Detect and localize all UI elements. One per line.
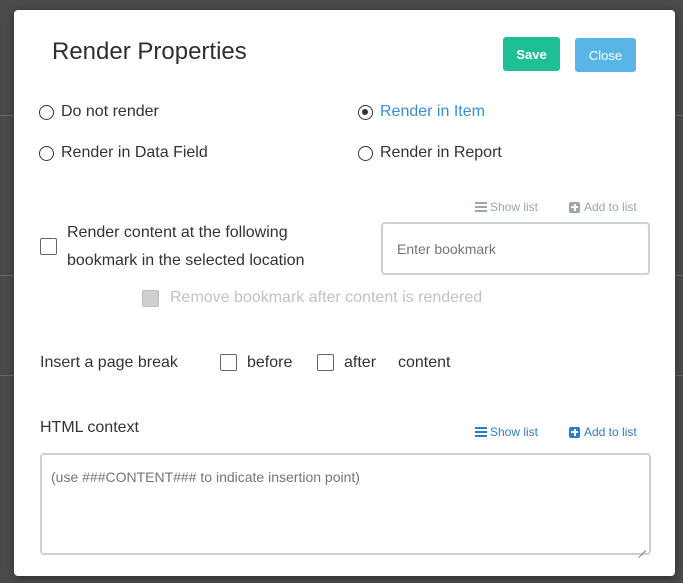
- radio-circle[interactable]: [39, 104, 54, 120]
- plus-square-icon: [569, 201, 580, 213]
- show-list-label: Show list: [490, 200, 539, 214]
- bookmark-input[interactable]: [381, 222, 650, 275]
- show-list-label: Show list: [490, 425, 539, 439]
- bookmark-add-to-list-link[interactable]: Add to list: [569, 200, 637, 214]
- resize-grip-icon[interactable]: [636, 540, 646, 559]
- page-break-after-label: after: [344, 354, 377, 371]
- html-context-textarea[interactable]: [40, 453, 651, 555]
- page-break-before-label: before: [247, 354, 293, 371]
- html-show-list-link[interactable]: Show list: [475, 425, 538, 439]
- page-break-content-label: content: [398, 354, 451, 371]
- add-to-list-label: Add to list: [584, 425, 637, 439]
- radio-render-in-item[interactable]: Render in Item: [358, 103, 485, 121]
- list-icon: [475, 202, 487, 212]
- remove-bookmark-checkbox[interactable]: [142, 290, 159, 307]
- dialog-title: Render Properties: [52, 38, 247, 65]
- radio-label: Do not render: [61, 103, 159, 120]
- page-break-after-checkbox[interactable]: [317, 354, 334, 371]
- radio-label: Render in Item: [380, 103, 485, 120]
- plus-square-icon: [569, 426, 580, 438]
- close-button[interactable]: Close: [575, 38, 636, 72]
- radio-circle[interactable]: [358, 145, 373, 161]
- radio-circle[interactable]: [39, 145, 54, 161]
- radio-label: Render in Report: [380, 144, 502, 161]
- radio-render-in-report[interactable]: Render in Report: [358, 144, 502, 162]
- bookmark-show-list-link[interactable]: Show list: [475, 200, 538, 214]
- html-add-to-list-link[interactable]: Add to list: [569, 425, 637, 439]
- save-button[interactable]: Save: [503, 37, 560, 71]
- render-at-bookmark-label-line2: bookmark in the selected location: [67, 252, 305, 269]
- radio-do-not-render[interactable]: Do not render: [39, 103, 159, 121]
- radio-label: Render in Data Field: [61, 144, 208, 161]
- remove-bookmark-label: Remove bookmark after content is rendere…: [170, 289, 483, 306]
- list-icon: [475, 427, 487, 437]
- render-at-bookmark-label-line1: Render content at the following: [67, 224, 288, 241]
- add-to-list-label: Add to list: [584, 200, 637, 214]
- page-break-label: Insert a page break: [40, 354, 178, 371]
- radio-circle-checked[interactable]: [358, 104, 373, 120]
- render-properties-dialog: Render Properties Save Close Do not rend…: [14, 10, 675, 576]
- html-context-label: HTML context: [40, 419, 139, 436]
- radio-render-in-data-field[interactable]: Render in Data Field: [39, 144, 208, 162]
- render-at-bookmark-checkbox[interactable]: [40, 238, 57, 255]
- page-break-before-checkbox[interactable]: [220, 354, 237, 371]
